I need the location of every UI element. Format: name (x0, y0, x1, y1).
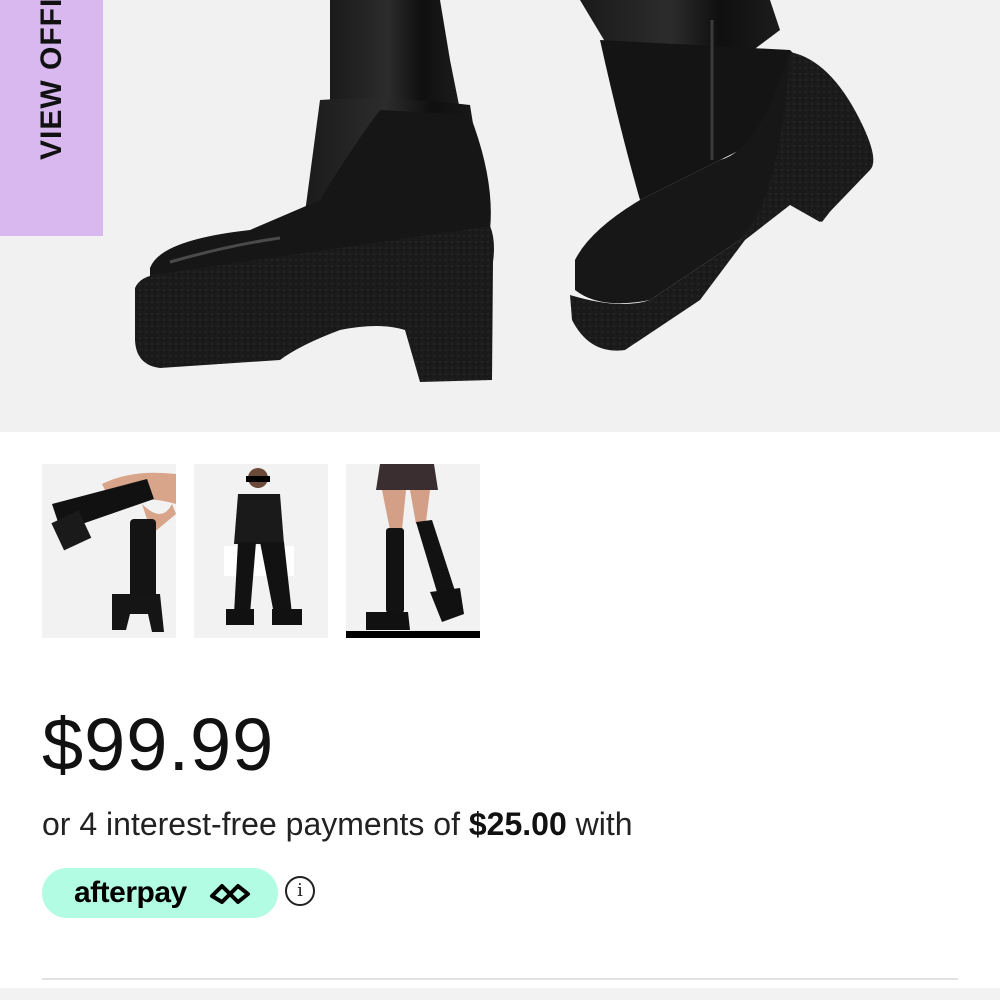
boots-illustration (135, 0, 874, 382)
bottom-strip (0, 988, 1000, 1000)
thumbnail-2[interactable] (194, 464, 328, 638)
view-offers-label: VIEW OFFI (35, 0, 68, 160)
thumbnail-3-image (366, 464, 464, 630)
afterpay-badge[interactable]: afterpay (42, 868, 278, 918)
hero-product-image[interactable]: VIEW OFFI (0, 0, 1000, 432)
selected-thumbnail-indicator (346, 631, 480, 638)
installment-text: or 4 interest-free payments of $25.00 wi… (42, 806, 633, 843)
view-offers-tab[interactable]: VIEW OFFI (0, 0, 103, 236)
afterpay-logo-icon (210, 884, 250, 904)
thumbnail-1-image (51, 472, 176, 632)
thumbnail-1[interactable] (42, 464, 176, 638)
thumbnail-2-image (224, 468, 302, 625)
product-price: $99.99 (42, 703, 275, 786)
installment-suffix: with (566, 806, 633, 842)
info-icon[interactable]: i (285, 876, 315, 906)
section-divider (42, 978, 958, 980)
installment-prefix: or 4 interest-free payments of (42, 806, 469, 842)
thumbnail-3[interactable] (346, 464, 480, 638)
afterpay-label: afterpay (74, 876, 187, 909)
installment-amount: $25.00 (468, 806, 567, 842)
